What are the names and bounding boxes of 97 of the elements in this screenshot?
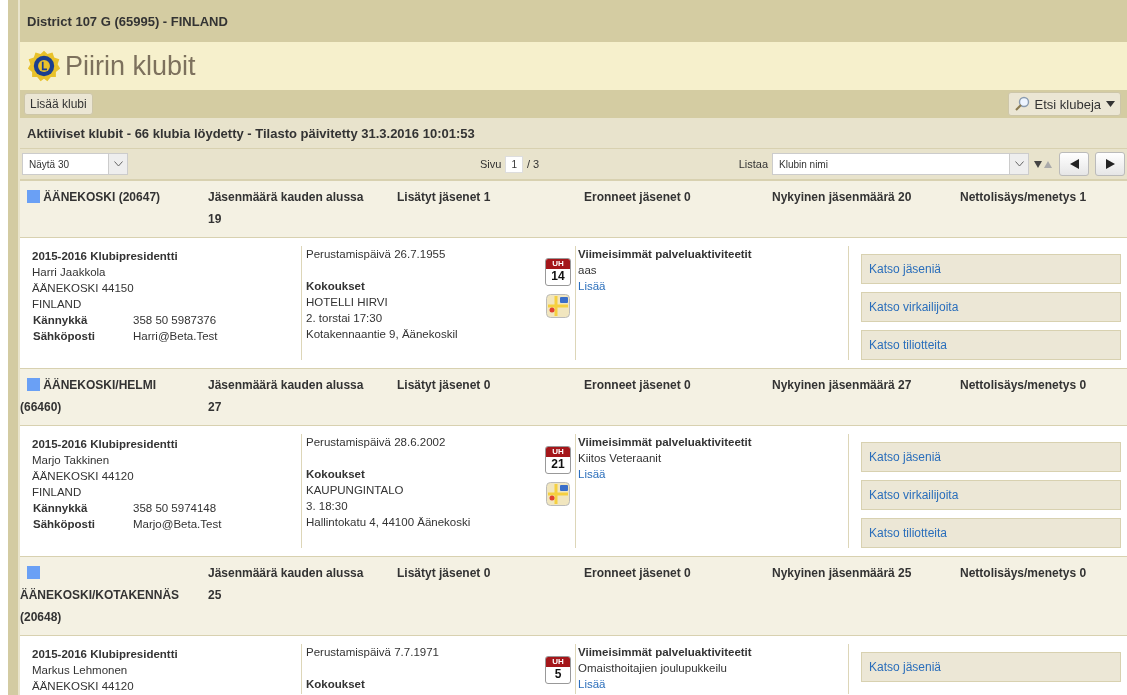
page-title: Piirin klubit bbox=[65, 50, 196, 82]
map-icon[interactable] bbox=[546, 294, 570, 318]
chevron-down-icon bbox=[1014, 161, 1024, 167]
founding-date: Perustamispäivä 26.7.1955 bbox=[306, 247, 447, 262]
club-name: ÄÄNEKOSKI/KOTAKENNÄS bbox=[20, 588, 180, 602]
activities-title: Viimeisimmät palveluaktiviteetit bbox=[578, 435, 753, 450]
more-link[interactable]: Lisää bbox=[578, 278, 606, 294]
meeting-info: HOTELLI HIRVI bbox=[306, 295, 389, 310]
add-club-button[interactable]: Lisää klubi bbox=[24, 93, 93, 115]
president-info: ÄÄNEKOSKI 44150 bbox=[32, 281, 135, 296]
meetings-title: Kokoukset bbox=[306, 467, 366, 482]
club-action-button[interactable]: Katso tiliotteita bbox=[861, 330, 1121, 360]
club-action-button[interactable]: Katso tiliotteita bbox=[861, 518, 1121, 548]
activities-title: Viimeisimmät palveluaktiviteetit bbox=[578, 247, 753, 262]
stat-label: Jäsenmäärä kauden alussa bbox=[208, 377, 364, 394]
founding-date: Perustamispäivä 7.7.1971 bbox=[306, 645, 440, 660]
stat-text: Lisätyt jäsenet 0 bbox=[397, 378, 491, 392]
president-info: ÄÄNEKOSKI 44120 bbox=[32, 679, 135, 694]
contact-value: 358 50 5987376 bbox=[133, 313, 217, 328]
contact-value: Harri@Beta.Test bbox=[133, 329, 218, 344]
contact-label: Kännykkä bbox=[32, 313, 89, 328]
activity-text: Kiitos Veteraanit bbox=[578, 451, 663, 466]
sort-order-icon[interactable] bbox=[1033, 158, 1053, 170]
stat-text: Nykyinen jäsenmäärä 20 bbox=[772, 190, 912, 204]
stat-label: Jäsenmäärä kauden alussa bbox=[208, 189, 364, 206]
meetings-title: Kokoukset bbox=[306, 677, 366, 692]
contact-label: Kännykkä bbox=[32, 501, 89, 516]
page-label: Sivu bbox=[480, 158, 502, 170]
club-name: ÄÄNEKOSKI bbox=[43, 190, 116, 204]
stat-text: Nettolisäys/menetys 0 bbox=[960, 566, 1087, 580]
page-total: / 3 bbox=[526, 158, 540, 170]
calendar-icon[interactable]: UH 14 bbox=[545, 258, 571, 286]
stat-text: Lisätyt jäsenet 1 bbox=[397, 190, 491, 204]
contact-label: Sähköposti bbox=[32, 517, 96, 532]
stat-text: Nykyinen jäsenmäärä 25 bbox=[772, 566, 912, 580]
president-info: FINLAND bbox=[32, 297, 83, 312]
status-text: Aktiiviset klubit - 66 klubia löydetty - Tilasto päivitetty 31.3.2016 10:01:53 bbox=[27, 125, 475, 141]
meetings-title: Kokoukset bbox=[306, 279, 366, 294]
stat-text: Eronneet jäsenet 0 bbox=[584, 190, 691, 204]
left-triangle-icon bbox=[1069, 159, 1079, 169]
more-link[interactable]: Lisää bbox=[578, 466, 606, 482]
sort-label: Listaa bbox=[738, 158, 768, 170]
club-action-button[interactable]: Katso jäseniä bbox=[861, 442, 1121, 472]
lions-logo-icon bbox=[27, 49, 61, 83]
club-action-button[interactable]: Katso virkailijoita bbox=[861, 480, 1121, 510]
founding-date: Perustamispäivä 28.6.2002 bbox=[306, 435, 447, 450]
search-clubs-button[interactable]: Etsi klubeja bbox=[1007, 92, 1121, 116]
caret-icon bbox=[1106, 101, 1115, 107]
club-number: (20648) bbox=[20, 610, 62, 624]
meeting-info: 3. 18:30 bbox=[306, 499, 349, 514]
president-info: Markus Lehmonen bbox=[32, 663, 129, 678]
contact-value: 358 50 5974148 bbox=[133, 501, 217, 516]
stat-text: Lisätyt jäsenet 0 bbox=[397, 566, 491, 580]
club-action-button[interactable]: Katso virkailijoita bbox=[861, 292, 1121, 322]
next-page-button[interactable] bbox=[1095, 152, 1125, 176]
search-icon bbox=[1013, 96, 1030, 112]
meeting-info: Kotakennaantie 9, Äänekoskil bbox=[306, 327, 459, 342]
contact-label: Sähköposti bbox=[32, 329, 96, 344]
president-title: 2015-2016 Klubipresidentti bbox=[32, 437, 179, 452]
stat-value: 25 bbox=[208, 587, 222, 604]
more-link[interactable]: Lisää bbox=[578, 676, 606, 692]
president-info: Harri Jaakkola bbox=[32, 265, 107, 280]
meeting-info: KAUPUNGINTALO bbox=[306, 483, 405, 498]
stat-label: Jäsenmäärä kauden alussa bbox=[208, 565, 364, 582]
president-info: FINLAND bbox=[32, 485, 83, 500]
club-name: ÄÄNEKOSKI/HELMI bbox=[43, 378, 156, 392]
sort-select[interactable]: Klubin nimi bbox=[772, 153, 1029, 175]
activity-text: Omaisthoitajien joulupukkeilu bbox=[578, 661, 728, 676]
club-action-button[interactable]: Katso jäseniä bbox=[861, 652, 1121, 682]
meeting-info: 2. torstai 17:30 bbox=[306, 311, 384, 326]
show-count-select[interactable]: Näytä 30 bbox=[22, 153, 128, 175]
president-info: Marjo Takkinen bbox=[32, 453, 111, 468]
previous-page-button[interactable] bbox=[1059, 152, 1089, 176]
district-title: District 107 G (65995) - FINLAND bbox=[27, 13, 228, 29]
activity-text: aas bbox=[578, 263, 598, 278]
president-info: ÄÄNEKOSKI 44120 bbox=[32, 469, 135, 484]
club-action-button[interactable]: Katso jäseniä bbox=[861, 254, 1121, 284]
stat-text: Eronneet jäsenet 0 bbox=[584, 378, 691, 392]
stat-text: Nettolisäys/menetys 0 bbox=[960, 378, 1087, 392]
map-icon[interactable] bbox=[546, 482, 570, 506]
meeting-info: Hallintokatu 4, 44100 Äänekoski bbox=[306, 515, 472, 530]
stat-text: Nykyinen jäsenmäärä 27 bbox=[772, 378, 912, 392]
contact-value: Marjo@Beta.Test bbox=[133, 517, 222, 532]
president-title: 2015-2016 Klubipresidentti bbox=[32, 249, 179, 264]
page-input[interactable]: 1 bbox=[505, 155, 523, 173]
calendar-icon[interactable]: UH 5 bbox=[545, 656, 571, 684]
stat-text: Eronneet jäsenet 0 bbox=[584, 566, 691, 580]
stat-value: 19 bbox=[208, 211, 222, 228]
president-title: 2015-2016 Klubipresidentti bbox=[32, 647, 179, 662]
chevron-down-icon bbox=[113, 161, 123, 167]
club-number: (20647) bbox=[118, 190, 161, 204]
club-number: (66460) bbox=[20, 400, 62, 414]
right-triangle-icon bbox=[1105, 159, 1115, 169]
calendar-icon[interactable]: UH 21 bbox=[545, 446, 571, 474]
stat-text: Nettolisäys/menetys 1 bbox=[960, 190, 1087, 204]
stat-value: 27 bbox=[208, 399, 222, 416]
activities-title: Viimeisimmät palveluaktiviteetit bbox=[578, 645, 753, 660]
